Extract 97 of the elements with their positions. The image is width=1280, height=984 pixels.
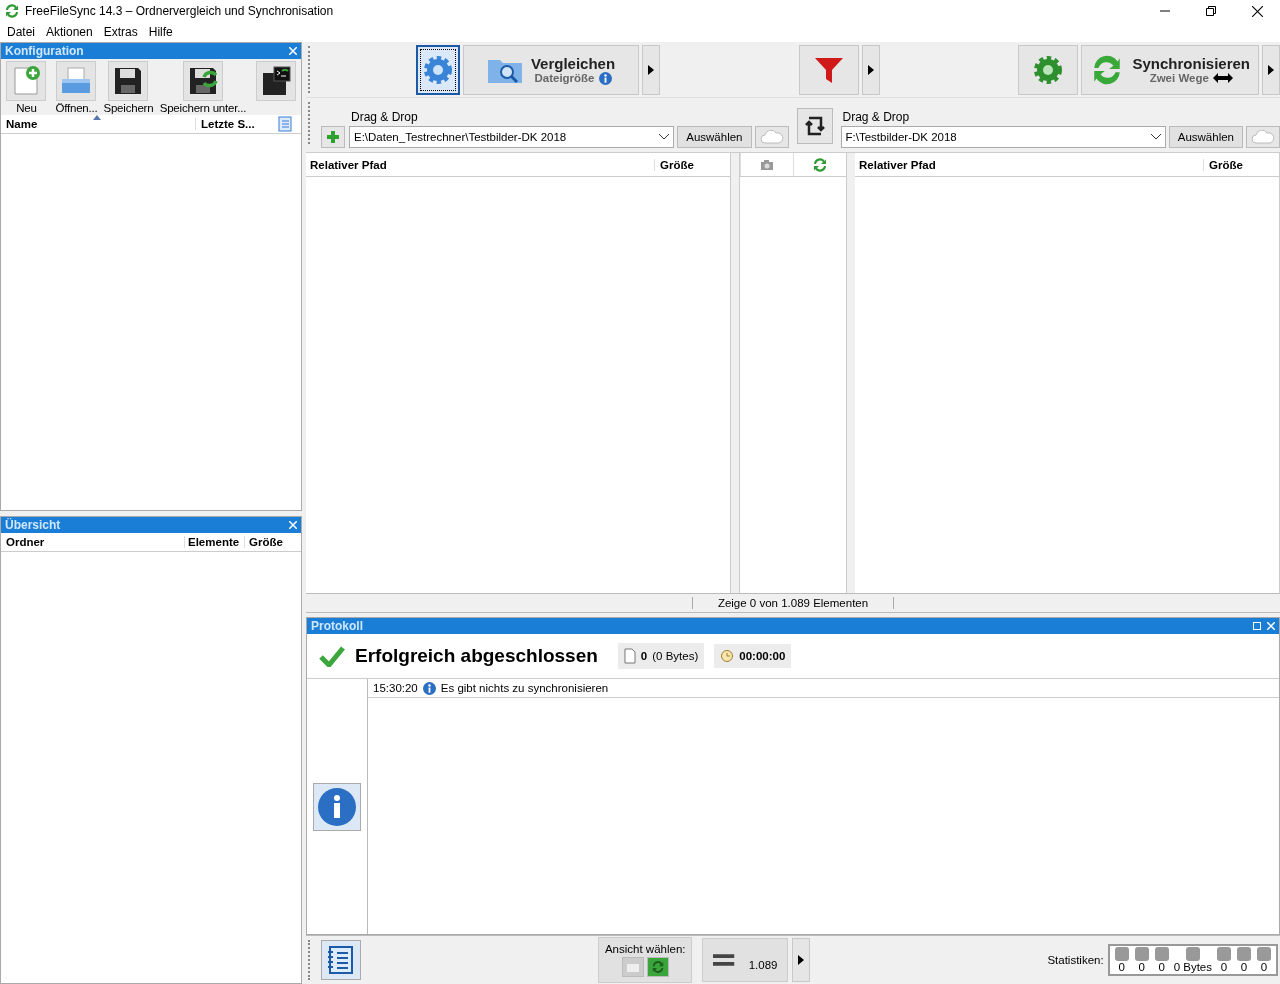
statistic-icon [1185, 947, 1200, 961]
column-header[interactable]: Ordner [1, 536, 184, 548]
view-label: Ansicht wählen: [604, 943, 686, 955]
chevron-down-icon [659, 134, 670, 140]
sort-arrow-icon [93, 115, 101, 120]
caret-icon [867, 64, 874, 75]
result-text: Erfolgreich abgeschlossen [355, 645, 598, 667]
close-icon[interactable] [1267, 622, 1275, 630]
panel-title: Übersicht [5, 518, 61, 532]
folder-path-field[interactable]: E:\Daten_Testrechner\Testbilder-DK 2018 [349, 126, 675, 148]
cloud-icon [759, 130, 784, 144]
duration-chip: 00:00:00 [714, 644, 792, 668]
gear-icon [1032, 53, 1065, 86]
panel-title: Protokoll [311, 619, 363, 633]
item-count-chip: 0 (0 Bytes) [617, 643, 705, 669]
compare-button[interactable]: Vergleichen Dateigröße [463, 44, 639, 95]
equals-icon [713, 953, 735, 967]
sync-icon [4, 3, 20, 19]
log-toggle-button[interactable] [321, 940, 361, 980]
close-icon [1251, 5, 1263, 17]
info-icon [598, 71, 612, 85]
statistic-icon [1237, 947, 1251, 961]
gear-icon [422, 53, 454, 86]
checkmark-icon [319, 645, 345, 667]
maximize-icon[interactable] [1253, 622, 1261, 630]
browse-button[interactable]: Auswählen [677, 126, 752, 148]
menu-item[interactable]: Aktionen [41, 25, 99, 39]
statistic-icon [1134, 947, 1149, 961]
plus-icon [326, 130, 340, 144]
drag-drop-label: Drag & Drop [351, 110, 419, 124]
statistics-label: Statistiken: [1047, 954, 1104, 966]
sync-view-button[interactable] [646, 957, 669, 977]
column-header[interactable]: Elemente [184, 536, 244, 548]
file-icon [623, 648, 636, 664]
batch-button[interactable] [255, 61, 296, 101]
statistic-value: 0 [1138, 961, 1145, 973]
folder-path-field[interactable]: F:\Testbilder-DK 2018 [840, 126, 1166, 148]
dropdown-arrow-button[interactable] [1262, 44, 1280, 95]
sync-settings-button[interactable] [1018, 44, 1079, 95]
statistic-value: 0 [1220, 961, 1228, 973]
config-button-label: Öffnen... [55, 101, 98, 115]
compare-settings-button[interactable] [416, 44, 460, 95]
config-button-label: Speichern unter... [159, 101, 247, 115]
swap-sides-button[interactable] [796, 108, 833, 144]
menu-item[interactable]: Extras [98, 25, 144, 39]
config-button[interactable] [182, 61, 223, 101]
log-time: 15:30:20 [373, 682, 418, 694]
config-button-label: Neu [16, 101, 37, 115]
sync-icon [650, 960, 665, 974]
statistic-value: 0 [1118, 961, 1125, 973]
statistic-icon [1154, 947, 1169, 961]
log-message: Es gibt nichts zu synchronisieren [440, 682, 609, 694]
dropdown-arrow-button[interactable] [792, 938, 811, 982]
config-button-label: Speichern [103, 101, 154, 115]
add-folder-pair-button[interactable] [321, 126, 345, 148]
synchronize-button[interactable]: Synchronisieren Zwei Wege [1081, 44, 1259, 95]
double-arrow-icon [1212, 73, 1233, 83]
statistic-value: 0 [1158, 961, 1165, 973]
caret-icon [648, 64, 654, 75]
sync-icon [812, 156, 828, 173]
column-header[interactable]: Größe [1203, 158, 1279, 171]
column-header[interactable]: Letzte S... [195, 118, 271, 130]
config-button[interactable] [108, 61, 149, 101]
equal-files-button[interactable]: 1.089 [702, 938, 789, 982]
column-header[interactable]: Relativer Pfad [855, 158, 1203, 171]
window-title: FreeFileSync 14.3 – Ordnervergleich und Synchronisation [25, 4, 335, 18]
chevron-down-icon [1150, 134, 1161, 140]
browse-button[interactable]: Auswählen [1168, 126, 1243, 148]
statistic-icon [1114, 947, 1129, 961]
notebook-icon [326, 945, 356, 975]
close-icon[interactable] [289, 521, 297, 529]
clock-icon [720, 649, 735, 663]
dropdown-arrow-button[interactable] [861, 44, 880, 95]
panel-title: Konfiguration [5, 44, 84, 58]
column-header[interactable]: Relativer Pfad [306, 158, 654, 171]
drag-drop-label: Drag & Drop [842, 110, 911, 124]
column-header[interactable]: Größe [244, 536, 301, 548]
info-icon [422, 681, 436, 695]
restore-icon [1206, 6, 1216, 16]
statistic-value: 0 [1240, 961, 1248, 973]
column-header[interactable]: Name [1, 118, 195, 130]
dropdown-arrow-button[interactable] [642, 44, 660, 95]
statistic-value: 0 Bytes [1173, 961, 1212, 973]
close-icon[interactable] [289, 47, 297, 55]
status-text: Zeige 0 von 1.089 Elementen [691, 597, 895, 609]
info-icon [317, 786, 357, 827]
menu-item[interactable]: Hilfe [143, 25, 179, 39]
statistic-icon [1217, 947, 1231, 961]
statistic-value: 0 [1260, 961, 1268, 973]
caret-icon [798, 955, 805, 965]
statistic-icon [1257, 947, 1271, 961]
cloud-icon [1251, 130, 1275, 144]
menu-item[interactable]: Datei [2, 25, 41, 39]
filter-button[interactable] [798, 44, 859, 95]
info-filter-button[interactable] [313, 782, 361, 831]
column-header[interactable]: Größe [654, 158, 730, 171]
caret-icon [1268, 64, 1274, 75]
